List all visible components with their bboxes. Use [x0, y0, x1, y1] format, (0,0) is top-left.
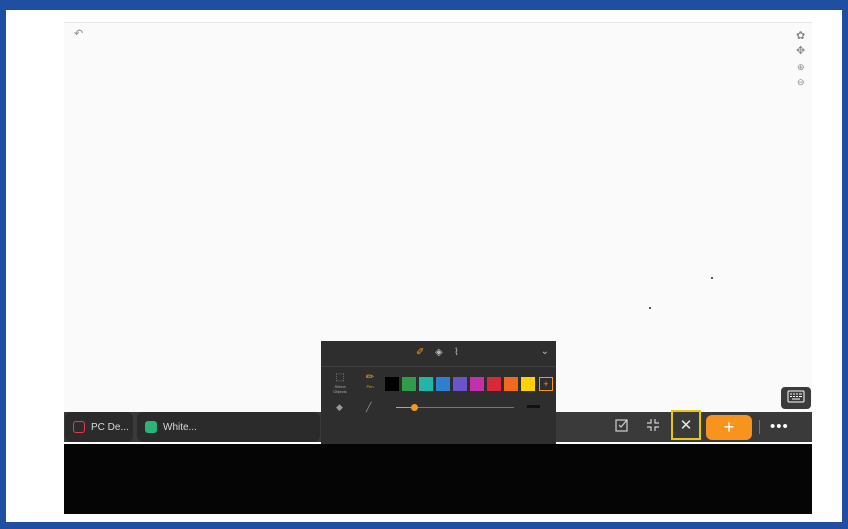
- gear-icon[interactable]: ✿: [796, 31, 805, 42]
- color-swatch-green[interactable]: [402, 377, 416, 391]
- pen-tools-icon[interactable]: ✐: [416, 347, 424, 358]
- pen-thin-icon[interactable]: ╱: [366, 402, 371, 413]
- zoom-out-icon[interactable]: ⊖: [797, 77, 805, 88]
- color-swatch-black[interactable]: [385, 377, 399, 391]
- undo-icon[interactable]: ↶: [74, 29, 83, 40]
- add-color-button[interactable]: +: [539, 377, 553, 391]
- more-icon: •••: [770, 418, 789, 435]
- color-swatch-magenta[interactable]: [470, 377, 484, 391]
- task-whiteboard[interactable]: White...: [137, 412, 320, 442]
- more-button[interactable]: •••: [770, 418, 789, 435]
- tool-label: Select Objects: [333, 384, 347, 394]
- plus-icon: +: [723, 417, 735, 437]
- minimize-icon[interactable]: [646, 418, 660, 436]
- color-swatch-blue[interactable]: [436, 377, 450, 391]
- checkbox-edit-icon[interactable]: [615, 418, 629, 436]
- close-icon: ✕: [679, 417, 693, 434]
- tool-label: Pen: [366, 384, 374, 389]
- app-icon: [73, 421, 85, 433]
- color-swatch-yellow[interactable]: [521, 377, 535, 391]
- attachment-icon[interactable]: ⌇: [454, 347, 459, 358]
- task-label: White...: [163, 421, 197, 433]
- task-label: PC De...: [91, 421, 129, 433]
- keyboard-icon: [787, 390, 805, 406]
- highlighter-icon[interactable]: ◆: [336, 402, 343, 413]
- color-swatches: +: [385, 377, 553, 391]
- zoom-in-icon[interactable]: ⊕: [797, 62, 805, 73]
- slider-knob[interactable]: [410, 404, 418, 411]
- move-icon[interactable]: ✥: [796, 46, 805, 57]
- app-icon: [145, 421, 157, 433]
- pen-tool[interactable]: ✏ Pen: [358, 372, 382, 389]
- ink-dot: [649, 307, 651, 309]
- color-swatch-teal[interactable]: [419, 377, 433, 391]
- divider: [759, 420, 760, 434]
- chevron-down-icon[interactable]: ⌄: [541, 346, 549, 357]
- pen-icon: ✏: [365, 372, 375, 383]
- color-swatch-orange[interactable]: [504, 377, 518, 391]
- select-objects-tool[interactable]: ⬚ Select Objects: [328, 372, 352, 394]
- task-pc-desktop[interactable]: PC De...: [65, 412, 133, 442]
- stroke-preview: [527, 405, 540, 408]
- add-button[interactable]: +: [706, 415, 752, 440]
- color-swatch-red[interactable]: [487, 377, 501, 391]
- color-swatch-purple[interactable]: [453, 377, 467, 391]
- keyboard-button[interactable]: [781, 387, 811, 409]
- close-button[interactable]: ✕: [671, 410, 701, 440]
- eraser-icon[interactable]: ◈: [435, 347, 443, 358]
- ink-dot: [711, 277, 713, 279]
- panel-header: ✐ ◈ ⌇ ⌄: [321, 341, 556, 367]
- select-icon: ⬚: [335, 372, 345, 383]
- video-area: [64, 444, 812, 514]
- pen-tool-panel: ✐ ◈ ⌇ ⌄ ⬚ Select Objects ✏ Pen + ◆ ╱: [321, 341, 556, 444]
- stroke-width-slider[interactable]: [396, 404, 514, 411]
